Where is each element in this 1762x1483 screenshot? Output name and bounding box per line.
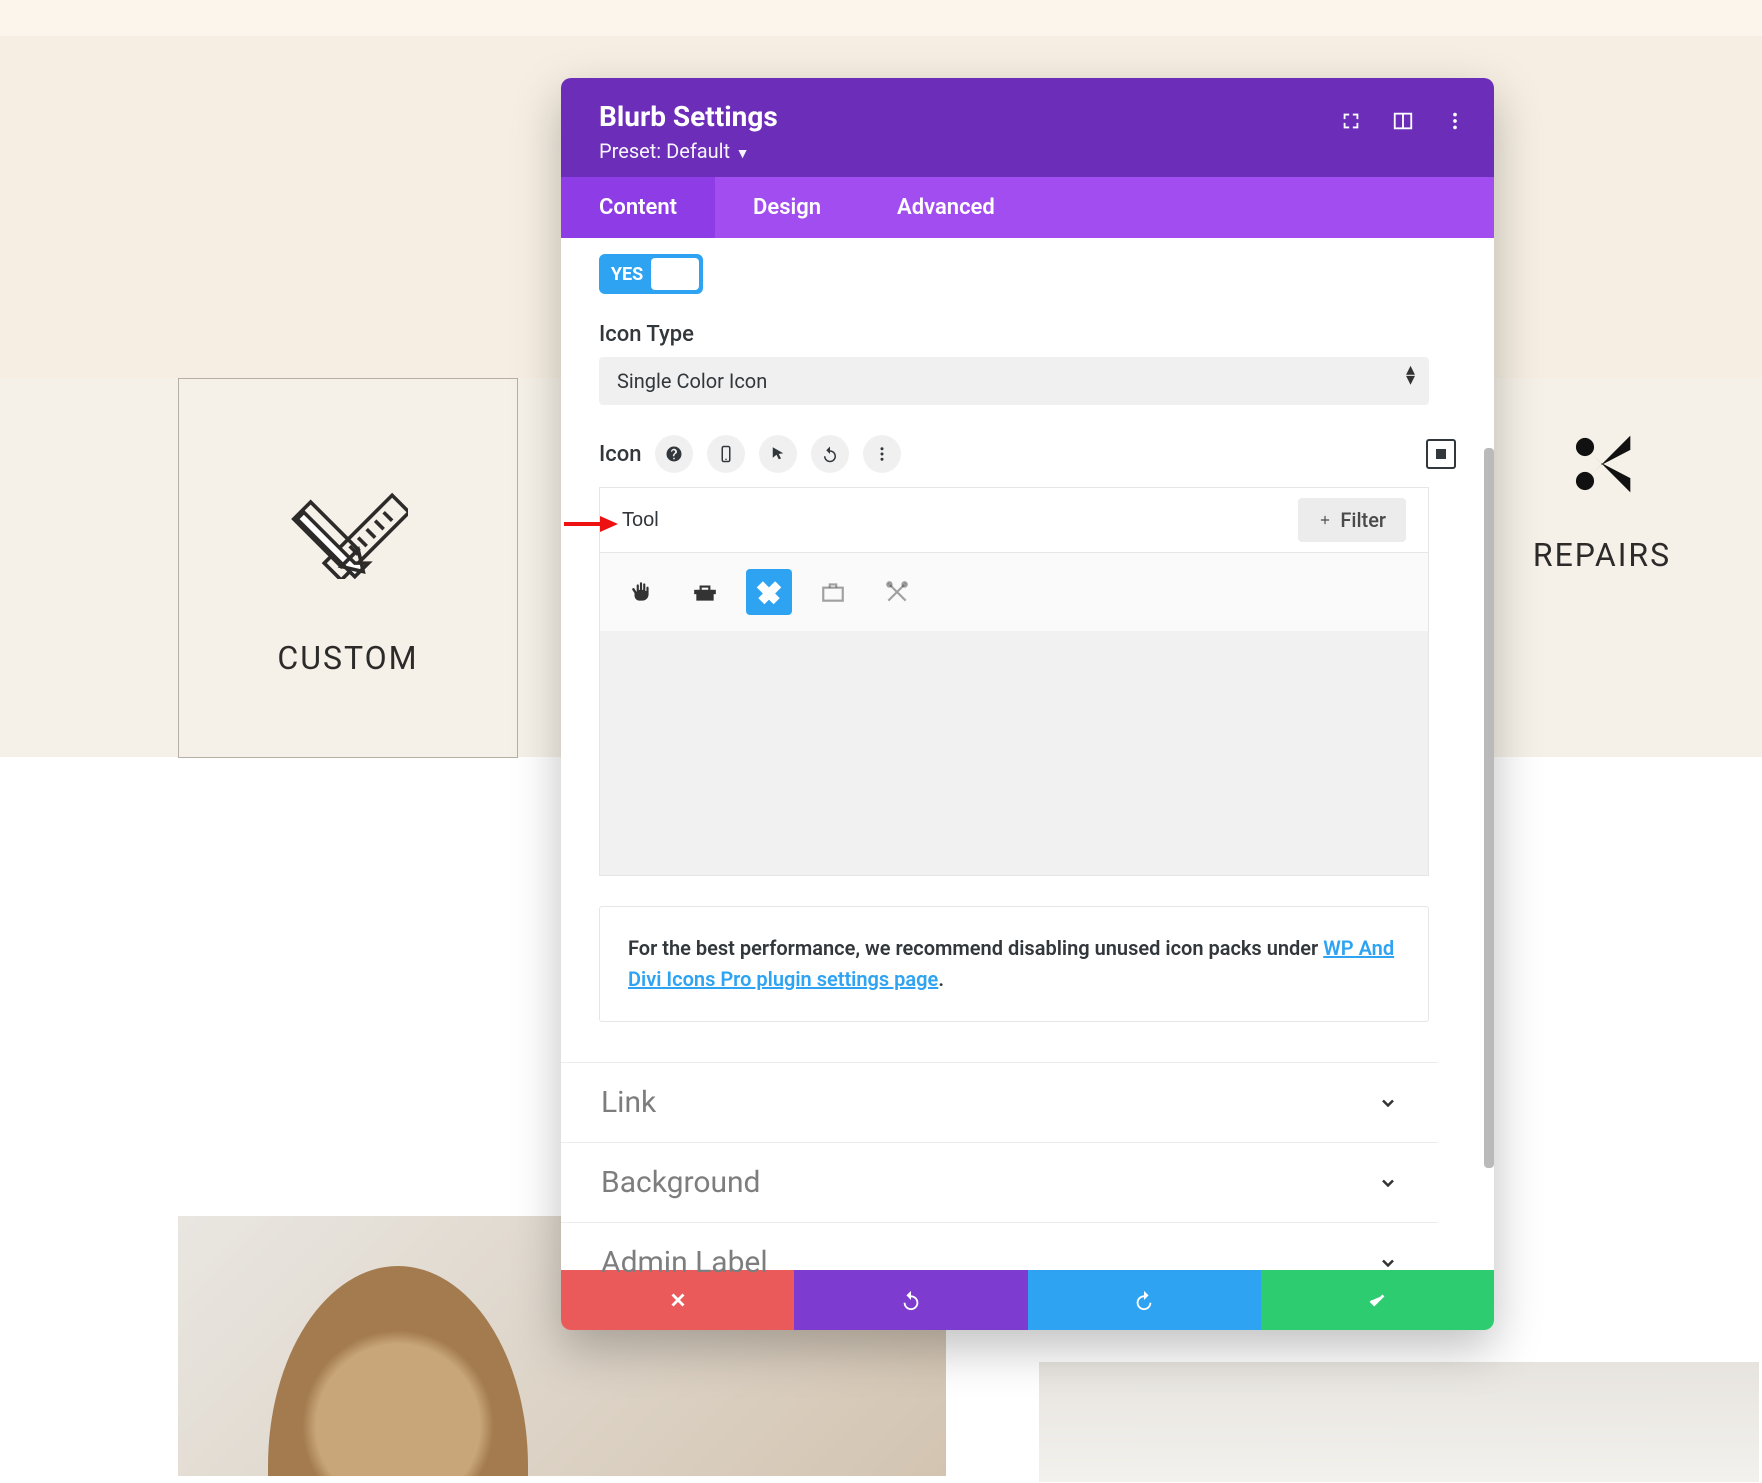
content-image-right <box>1039 1362 1759 1482</box>
tools-cross-icon[interactable] <box>874 569 920 615</box>
filter-label: Filter <box>1340 508 1386 532</box>
modal-body: YES Icon Type Single Color Icon ▴▾ Icon … <box>561 238 1494 1270</box>
icon-label: Icon <box>599 442 641 467</box>
undo-icon[interactable] <box>811 435 849 473</box>
chevron-down-icon <box>1378 1173 1398 1193</box>
blurb-settings-modal: Blurb Settings Preset: Default ▼ Content… <box>561 78 1494 1330</box>
annotation-arrow <box>564 516 620 532</box>
briefcase-icon[interactable] <box>810 569 856 615</box>
toggle-yes-label: YES <box>603 264 651 285</box>
select-sort-icon: ▴▾ <box>1406 365 1415 385</box>
blurb-card-repairs[interactable]: REPAIRS <box>1482 430 1722 730</box>
scissors-icon <box>1568 430 1636 502</box>
preset-label: Preset: Default <box>599 139 730 163</box>
tab-design[interactable]: Design <box>715 177 859 238</box>
chevron-down-icon: ▼ <box>732 146 749 162</box>
icon-type-value: Single Color Icon <box>617 369 767 393</box>
icon-picker-empty-space <box>600 631 1428 875</box>
toggle-knob <box>651 258 699 290</box>
tab-content[interactable]: Content <box>561 177 715 238</box>
chevron-down-icon <box>1378 1093 1398 1113</box>
plus-icon <box>1318 513 1332 527</box>
hand-grab-icon[interactable] <box>618 569 664 615</box>
mobile-icon[interactable] <box>707 435 745 473</box>
more-options-icon[interactable] <box>863 435 901 473</box>
icon-picker: Filter <box>599 487 1429 876</box>
blurb-card-custom[interactable]: CUSTOM <box>178 378 518 758</box>
modal-header[interactable]: Blurb Settings Preset: Default ▼ <box>561 78 1494 177</box>
chevron-down-icon <box>1378 1253 1398 1273</box>
more-icon[interactable] <box>1444 110 1466 136</box>
notice-suffix: . <box>938 967 944 991</box>
filter-button[interactable]: Filter <box>1298 498 1406 542</box>
accordion-group: Link Background Admin Label <box>561 1062 1438 1302</box>
accordion-link-label: Link <box>601 1085 656 1120</box>
icon-results-row <box>600 553 1428 631</box>
ruler-cross-icon[interactable] <box>746 569 792 615</box>
icon-type-label: Icon Type <box>599 322 1456 347</box>
accordion-background-label: Background <box>601 1165 760 1200</box>
icon-picker-expand-icon[interactable] <box>1426 439 1456 469</box>
modal-scrollbar[interactable] <box>1484 448 1494 1168</box>
accordion-admin-label-label: Admin Label <box>601 1245 768 1280</box>
help-icon[interactable] <box>655 435 693 473</box>
card-label-repairs: REPAIRS <box>1533 536 1671 574</box>
expand-icon[interactable] <box>1340 110 1362 136</box>
accordion-link[interactable]: Link <box>561 1062 1438 1142</box>
toolbox-icon[interactable] <box>682 569 728 615</box>
use-icon-toggle[interactable]: YES <box>599 254 703 294</box>
accordion-background[interactable]: Background <box>561 1142 1438 1222</box>
cursor-icon[interactable] <box>759 435 797 473</box>
notice-prefix: For the best performance, we recommend d… <box>628 936 1323 960</box>
preset-selector[interactable]: Preset: Default ▼ <box>599 139 1456 163</box>
modal-title: Blurb Settings <box>599 100 1456 133</box>
ruler-pencil-cross-icon <box>288 459 408 583</box>
accordion-admin-label[interactable]: Admin Label <box>561 1222 1438 1302</box>
icon-search-input[interactable] <box>622 509 1298 532</box>
card-label-custom: CUSTOM <box>277 639 418 677</box>
split-view-icon[interactable] <box>1392 110 1414 136</box>
performance-notice: For the best performance, we recommend d… <box>599 906 1429 1022</box>
tab-advanced[interactable]: Advanced <box>859 177 1033 238</box>
icon-type-select[interactable]: Single Color Icon ▴▾ <box>599 357 1429 405</box>
modal-tabs: Content Design Advanced <box>561 177 1494 238</box>
page-band-top <box>0 0 1762 36</box>
